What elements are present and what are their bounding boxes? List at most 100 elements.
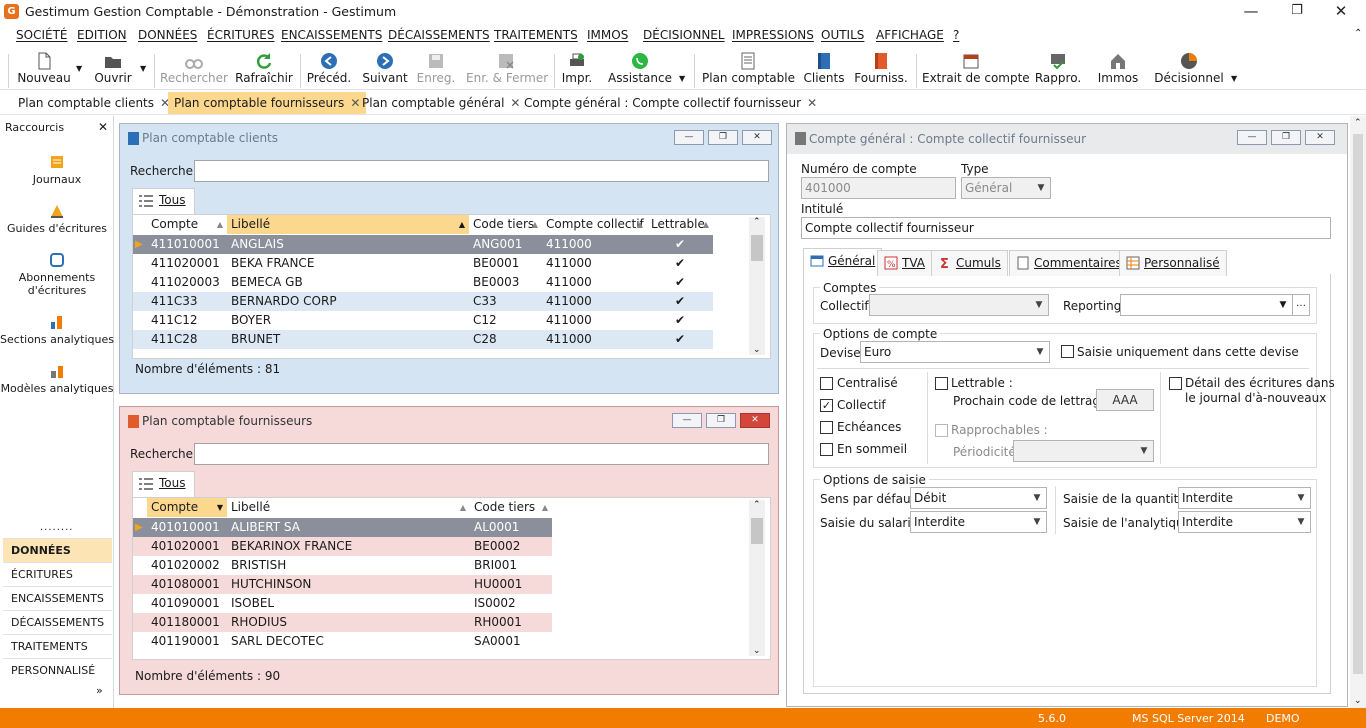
analytique-select[interactable]: Interdite ▼ (1178, 511, 1311, 533)
tab-general[interactable]: Général (803, 248, 883, 276)
tab-tva[interactable]: % TVA (877, 250, 932, 276)
menu-outils[interactable]: OUTILS (821, 28, 864, 42)
close-sidebar-icon[interactable]: ✕ (98, 120, 108, 134)
table-row[interactable]: 411020001 BEKA FRANCE BE0001 411000 ✔ (133, 254, 713, 273)
quantite-select[interactable]: Interdite ▼ (1178, 487, 1311, 509)
tab-compte-general[interactable]: Compte général : Compte collectif fourni… (518, 92, 823, 114)
numero-field[interactable]: 401000 (801, 177, 956, 199)
tab-plan-clients[interactable]: Plan comptable clients ✕ (12, 92, 176, 114)
clients-scrollbar[interactable]: ⌃ ⌄ (749, 217, 765, 355)
toolbar-overflow-icon[interactable]: ▼ (679, 74, 685, 83)
clients-search-input[interactable] (194, 160, 769, 182)
minimize-button[interactable]: — (1228, 0, 1274, 24)
shortcut-abonnements[interactable]: Abonnements d'écritures (0, 252, 114, 297)
col-compte[interactable]: Compte ▲ (147, 215, 227, 234)
menu-affichage[interactable]: AFFICHAGE (876, 28, 944, 42)
col-lettrable[interactable]: Lettrable ▲ (647, 215, 713, 234)
immos-button[interactable]: Immos (1096, 50, 1140, 90)
minimize-panel-button[interactable]: — (1237, 130, 1267, 145)
close-tab-icon[interactable]: ✕ (807, 96, 817, 110)
tab-cumuls[interactable]: Σ Cumuls (931, 250, 1008, 276)
clients-button[interactable]: Clients (802, 50, 846, 90)
close-window-button[interactable]: ✕ (1318, 0, 1364, 24)
menu-traitements[interactable]: TRAITEMENTS (494, 28, 578, 42)
tab-tous[interactable]: Tous (132, 188, 195, 214)
col-libelle[interactable]: Libellé ▲ (227, 498, 470, 517)
menu-immos[interactable]: IMMOS (587, 28, 628, 42)
reporting-select[interactable]: ▼ … (1120, 294, 1310, 316)
restore-panel-button[interactable]: ❐ (708, 130, 738, 145)
minimize-panel-button[interactable]: — (672, 413, 702, 428)
menu-impressions[interactable]: IMPRESSIONS (732, 28, 814, 42)
rapprochement-button[interactable]: Rappro. (1034, 50, 1082, 90)
tab-tous[interactable]: Tous (132, 471, 195, 497)
tab-commentaires[interactable]: Commentaires (1009, 250, 1129, 276)
col-compte[interactable]: Compte ▼ (147, 498, 227, 517)
detail-ecritures-checkbox[interactable] (1169, 377, 1182, 390)
col-libelle[interactable]: Libellé ▲ (227, 215, 469, 234)
suivant-button[interactable]: Suivant (360, 50, 410, 90)
tab-personnalise[interactable]: Personnalisé (1119, 250, 1227, 276)
sens-select[interactable]: Débit ▼ (910, 487, 1047, 509)
menu-ecritures[interactable]: ÉCRITURES (207, 28, 275, 42)
type-select[interactable]: Général ▼ (961, 177, 1051, 199)
shortcut-sections[interactable]: Sections analytiques (0, 314, 114, 346)
nouveau-dropdown-icon[interactable]: ▼ (76, 64, 82, 73)
menu-help[interactable]: ? (953, 28, 959, 42)
shortcut-modeles[interactable]: Modèles analytiques (0, 363, 114, 395)
maximize-button[interactable]: ❐ (1274, 0, 1320, 24)
ouvrir-button[interactable]: Ouvrir (90, 50, 136, 90)
nouveau-button[interactable]: Nouveau (14, 50, 74, 90)
table-row[interactable]: 401020001 BEKARINOX FRANCE BE0002 (133, 537, 552, 556)
menu-edition[interactable]: EDITION (77, 28, 127, 42)
periodicite-select[interactable]: ▼ (1013, 440, 1154, 462)
assistance-button[interactable]: Assistance (608, 50, 672, 90)
decisionnel-button[interactable]: Décisionnel (1154, 50, 1224, 90)
restore-panel-button[interactable]: ❐ (1271, 130, 1301, 145)
col-compte-collectif[interactable]: Compte collectif ▲ (542, 215, 647, 234)
precedent-button[interactable]: Précéd. (306, 50, 352, 90)
rechercher-button[interactable]: Rechercher (160, 50, 228, 90)
close-panel-button[interactable]: ✕ (740, 413, 770, 428)
toolbar-overflow-right-icon[interactable]: ▼ (1231, 74, 1237, 83)
minimize-panel-button[interactable]: — (674, 130, 704, 145)
extrait-compte-button[interactable]: Extrait de compte (922, 50, 1030, 90)
restore-panel-button[interactable]: ❐ (706, 413, 736, 428)
table-row[interactable]: 401190001 SARL DECOTEC SA0001 (133, 632, 552, 651)
devise-select[interactable]: Euro ▼ (860, 341, 1050, 363)
echeances-checkbox[interactable] (820, 421, 833, 434)
table-row[interactable]: 401090001 ISOBEL IS0002 (133, 594, 552, 613)
module-encaissements[interactable]: ENCAISSEMENTS (3, 586, 112, 610)
chevron-down-icon[interactable]: ▼ (1275, 295, 1291, 315)
table-row[interactable]: 411C12 BOYER C12 411000 ✔ (133, 311, 713, 330)
collectif-checkbox[interactable]: ✓ (820, 399, 833, 412)
rafraichir-button[interactable]: Rafraîchir (234, 50, 294, 90)
ribbon-collapse-icon[interactable]: ⌃ (1354, 28, 1362, 39)
menu-decisionnel[interactable]: DÉCISIONNEL (643, 28, 725, 42)
module-decaissements[interactable]: DÉCAISSEMENTS (3, 610, 112, 634)
enregistrer-button[interactable]: Enreg. (416, 50, 456, 90)
ouvrir-dropdown-icon[interactable]: ▼ (140, 64, 146, 73)
col-code-tiers[interactable]: Code tiers ▲ (469, 215, 542, 234)
close-panel-button[interactable]: ✕ (742, 130, 772, 145)
fournisseurs-search-input[interactable] (194, 443, 769, 465)
table-row[interactable]: ▶ 411010001 ANGLAIS ANG001 411000 ✔ (133, 235, 713, 254)
menu-societe[interactable]: SOCIÉTÉ (16, 28, 67, 42)
module-donnees[interactable]: DONNÉES (3, 538, 112, 562)
shortcut-journaux[interactable]: Journaux (0, 154, 114, 186)
tab-plan-general[interactable]: Plan comptable général ✕ (356, 92, 526, 114)
fournisseurs-button[interactable]: Fourniss. (854, 50, 908, 90)
table-row[interactable]: ▶ 401010001 ALIBERT SA AL0001 (133, 518, 552, 537)
table-row[interactable]: 411C28 BRUNET C28 411000 ✔ (133, 330, 713, 349)
lettrable-checkbox[interactable] (935, 377, 948, 390)
more-modules-icon[interactable]: » (96, 684, 103, 697)
plan-comptable-button[interactable]: Plan comptable (702, 50, 795, 90)
table-row[interactable]: 411C33 BERNARDO CORP C33 411000 ✔ (133, 292, 713, 311)
close-panel-button[interactable]: ✕ (1305, 130, 1335, 145)
module-personnalise[interactable]: PERSONNALISÉ (3, 658, 112, 682)
table-row[interactable]: 411020003 BEMECA GB BE0003 411000 ✔ (133, 273, 713, 292)
table-row[interactable]: 401020002 BRISTISH BRI001 (133, 556, 552, 575)
module-traitements[interactable]: TRAITEMENTS (3, 634, 112, 658)
intitule-field[interactable]: Compte collectif fournisseur (801, 217, 1331, 239)
salarie-select[interactable]: Interdite ▼ (910, 511, 1047, 533)
